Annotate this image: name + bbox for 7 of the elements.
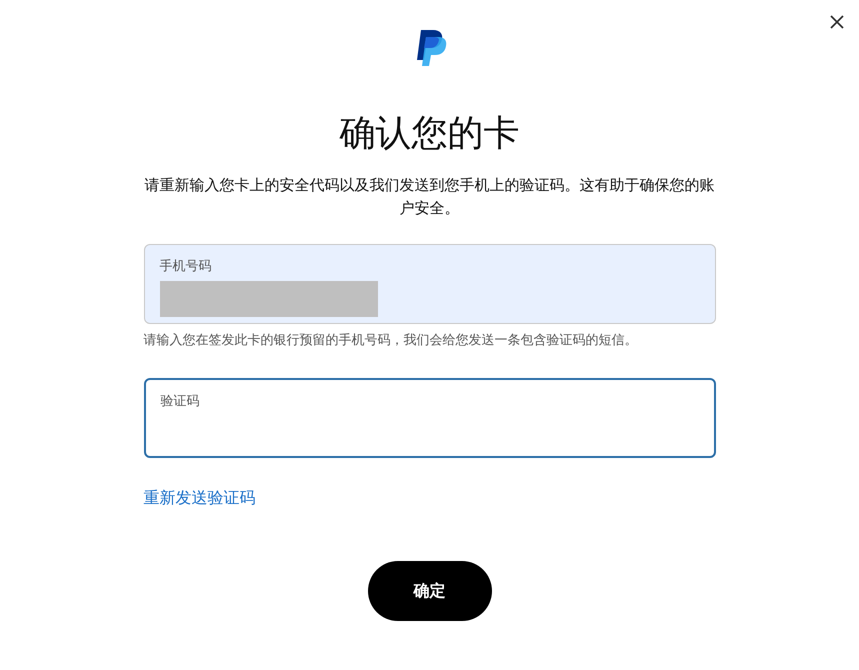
confirm-button[interactable]: 确定 [368, 561, 492, 621]
description-text: 请重新输入您卡上的安全代码以及我们发送到您手机上的验证码。这有助于确保您的账户安全。 [144, 175, 716, 219]
page-title: 确认您的卡 [340, 112, 520, 156]
input-field[interactable]: 手机号码 [144, 244, 716, 324]
input-field[interactable]: 验证码 [144, 378, 716, 458]
resend-link[interactable]: 重新发送验证码 [144, 488, 256, 509]
hint-text: 请输入您在签发此卡的银行预留的手机号码，我们会给您发送一条包含验证码的短信。 [144, 332, 638, 350]
